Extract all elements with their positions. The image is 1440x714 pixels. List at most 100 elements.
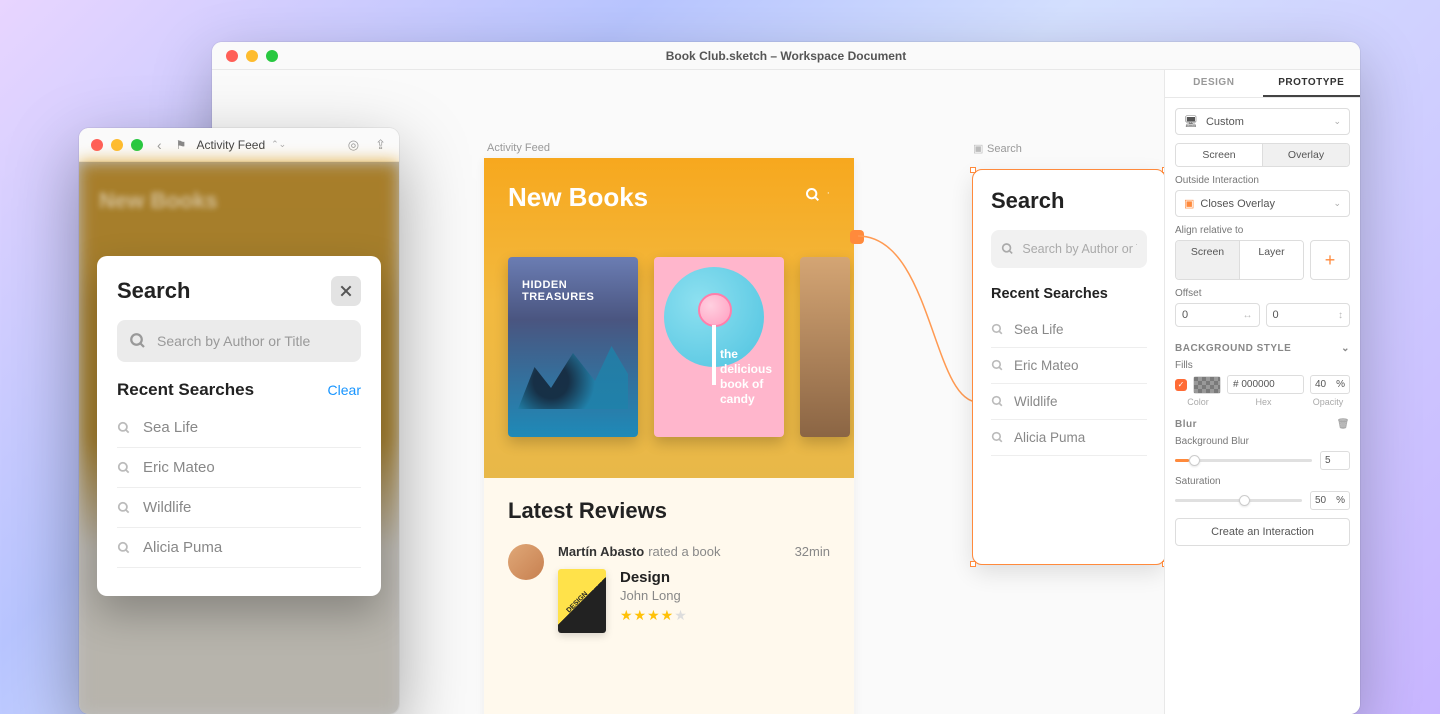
search-overlay-modal: Search Search by Author or Title Recent … <box>97 256 381 596</box>
avatar[interactable] <box>508 544 544 580</box>
fill-opacity-input[interactable]: 40% <box>1310 375 1350 394</box>
fill-enabled-checkbox[interactable]: ✓ <box>1175 379 1187 391</box>
device-select[interactable]: 🖥Custom ⌄ <box>1175 108 1350 135</box>
artboard-search[interactable]: Search Search by Author or Title Recent … <box>973 170 1164 564</box>
recent-search-item[interactable]: Sea Life <box>991 312 1147 348</box>
preview-window: ‹ ⚑ Activity Feed⌃⌄ ◎ ⇪ New Books Search… <box>79 128 399 714</box>
offset-x-input[interactable]: 0↔ <box>1175 303 1260 327</box>
maximize-window-button[interactable] <box>131 139 143 151</box>
recent-search-item[interactable]: Alicia Puma <box>117 528 361 568</box>
tab-design[interactable]: DESIGN <box>1165 70 1263 97</box>
saturation-slider[interactable] <box>1175 499 1302 502</box>
search-icon <box>991 395 1004 408</box>
search-icon <box>129 332 147 350</box>
outside-interaction-select[interactable]: ▣Closes Overlay ⌄ <box>1175 190 1350 217</box>
segment-overlay[interactable]: Overlay <box>1262 144 1349 166</box>
background-style-header[interactable]: BACKGROUND STYLE⌄ <box>1175 335 1350 360</box>
artboard-label-feed[interactable]: Activity Feed <box>487 142 550 154</box>
prototype-hotspot[interactable] <box>850 230 864 244</box>
recent-search-item[interactable]: Sea Life <box>117 408 361 448</box>
blurred-hero-text: New Books <box>99 188 218 214</box>
reviewer-name: Martín Abasto <box>558 544 644 559</box>
traffic-lights <box>212 50 278 62</box>
segment-align-layer[interactable]: Layer <box>1239 241 1303 279</box>
search-icon <box>117 541 131 555</box>
align-segment[interactable]: Screen Layer <box>1175 240 1304 280</box>
book-third[interactable] <box>800 257 850 437</box>
flag-icon[interactable]: ⚑ <box>176 138 187 152</box>
book-candy[interactable]: thedeliciousbook ofcandy <box>654 257 784 437</box>
segment-align-screen[interactable]: Screen <box>1176 241 1239 279</box>
search-title: Search <box>991 188 1147 214</box>
close-icon <box>338 283 354 299</box>
anchor-pin-control[interactable]: + <box>1310 240 1350 280</box>
hero-title: New Books <box>508 182 648 213</box>
share-icon[interactable]: ⇪ <box>372 137 389 153</box>
sketch-titlebar: Book Club.sketch – Workspace Document <box>212 42 1360 70</box>
saturation-value[interactable]: 50% <box>1310 491 1350 510</box>
search-icon <box>991 431 1004 444</box>
resize-handle[interactable] <box>970 561 976 567</box>
close-modal-button[interactable] <box>331 276 361 306</box>
recent-search-item[interactable]: Eric Mateo <box>117 448 361 488</box>
review-book-thumb[interactable] <box>558 569 606 633</box>
recent-search-item[interactable]: Wildlife <box>991 384 1147 420</box>
close-window-button[interactable] <box>226 50 238 62</box>
recent-search-item[interactable]: Eric Mateo <box>991 348 1147 384</box>
fill-color-swatch[interactable] <box>1193 376 1221 394</box>
sublabel-color: Color <box>1175 397 1221 407</box>
review-action: rated a book <box>648 544 720 559</box>
close-overlay-icon: ▣ <box>1184 197 1194 210</box>
artboard-title-dropdown[interactable]: Activity Feed⌃⌄ <box>196 138 286 152</box>
segment-screen[interactable]: Screen <box>1176 144 1262 166</box>
fill-hex-input[interactable]: # 000000 <box>1227 375 1304 394</box>
background-blur-value[interactable]: 5 <box>1320 451 1350 470</box>
search-icon <box>117 421 131 435</box>
screen-overlay-segment[interactable]: Screen Overlay <box>1175 143 1350 167</box>
offset-y-input[interactable]: 0↕ <box>1266 303 1351 327</box>
chevron-down-icon: ⌄ <box>1341 343 1350 354</box>
search-icon[interactable]: · <box>805 186 830 209</box>
latest-reviews-section: Latest Reviews Martín Abasto rated a book… <box>484 478 854 653</box>
search-placeholder: Search by Author or Title <box>157 333 310 349</box>
fills-label: Fills <box>1175 360 1350 371</box>
hero-section: New Books · thedeliciousbook ofcandy <box>484 158 854 478</box>
preview-toolbar: ‹ ⚑ Activity Feed⌃⌄ ◎ ⇪ <box>79 128 399 162</box>
search-icon <box>991 359 1004 372</box>
minimize-window-button[interactable] <box>246 50 258 62</box>
offset-label: Offset <box>1175 288 1350 299</box>
recent-search-item[interactable]: Alicia Puma <box>991 420 1147 456</box>
search-icon <box>1001 241 1014 257</box>
target-icon[interactable]: ◎ <box>345 137 362 153</box>
chevron-down-icon: ⌃⌄ <box>271 139 286 150</box>
tab-prototype[interactable]: PROTOTYPE <box>1263 70 1361 97</box>
rating-stars: ★★★★★ <box>620 607 688 624</box>
latest-reviews-heading: Latest Reviews <box>508 498 830 524</box>
search-input[interactable]: Search by Author or Title <box>117 320 361 362</box>
trash-icon[interactable]: 🗑 <box>1337 419 1350 430</box>
modal-title: Search <box>117 278 190 304</box>
review-time: 32min <box>795 544 830 559</box>
overlay-artboard-icon: ▣ <box>973 142 983 155</box>
prototype-link-arrow <box>852 202 992 442</box>
search-input[interactable]: Search by Author or Title <box>991 230 1147 268</box>
minimize-window-button[interactable] <box>111 139 123 151</box>
align-relative-label: Align relative to <box>1175 225 1350 236</box>
chevron-down-icon: ⌄ <box>1333 198 1341 209</box>
recent-searches-heading: Recent Searches <box>117 380 254 400</box>
review-row: Martín Abastorated a book 32min Design J… <box>508 544 830 633</box>
recent-search-item[interactable]: Wildlife <box>117 488 361 528</box>
clear-button[interactable]: Clear <box>328 382 361 398</box>
back-button[interactable]: ‹ <box>153 137 166 153</box>
book-row: thedeliciousbook ofcandy <box>508 237 830 437</box>
outside-interaction-label: Outside Interaction <box>1175 175 1350 186</box>
close-window-button[interactable] <box>91 139 103 151</box>
horizontal-icon: ↔ <box>1243 310 1253 321</box>
maximize-window-button[interactable] <box>266 50 278 62</box>
review-book-author: John Long <box>620 588 688 603</box>
book-hidden-treasures[interactable] <box>508 257 638 437</box>
background-blur-slider[interactable] <box>1175 459 1312 462</box>
create-interaction-button[interactable]: Create an Interaction <box>1175 518 1350 546</box>
artboard-activity-feed[interactable]: New Books · thedeliciousbook ofcandy <box>484 158 854 714</box>
artboard-label-search[interactable]: ▣Search <box>973 142 1022 155</box>
